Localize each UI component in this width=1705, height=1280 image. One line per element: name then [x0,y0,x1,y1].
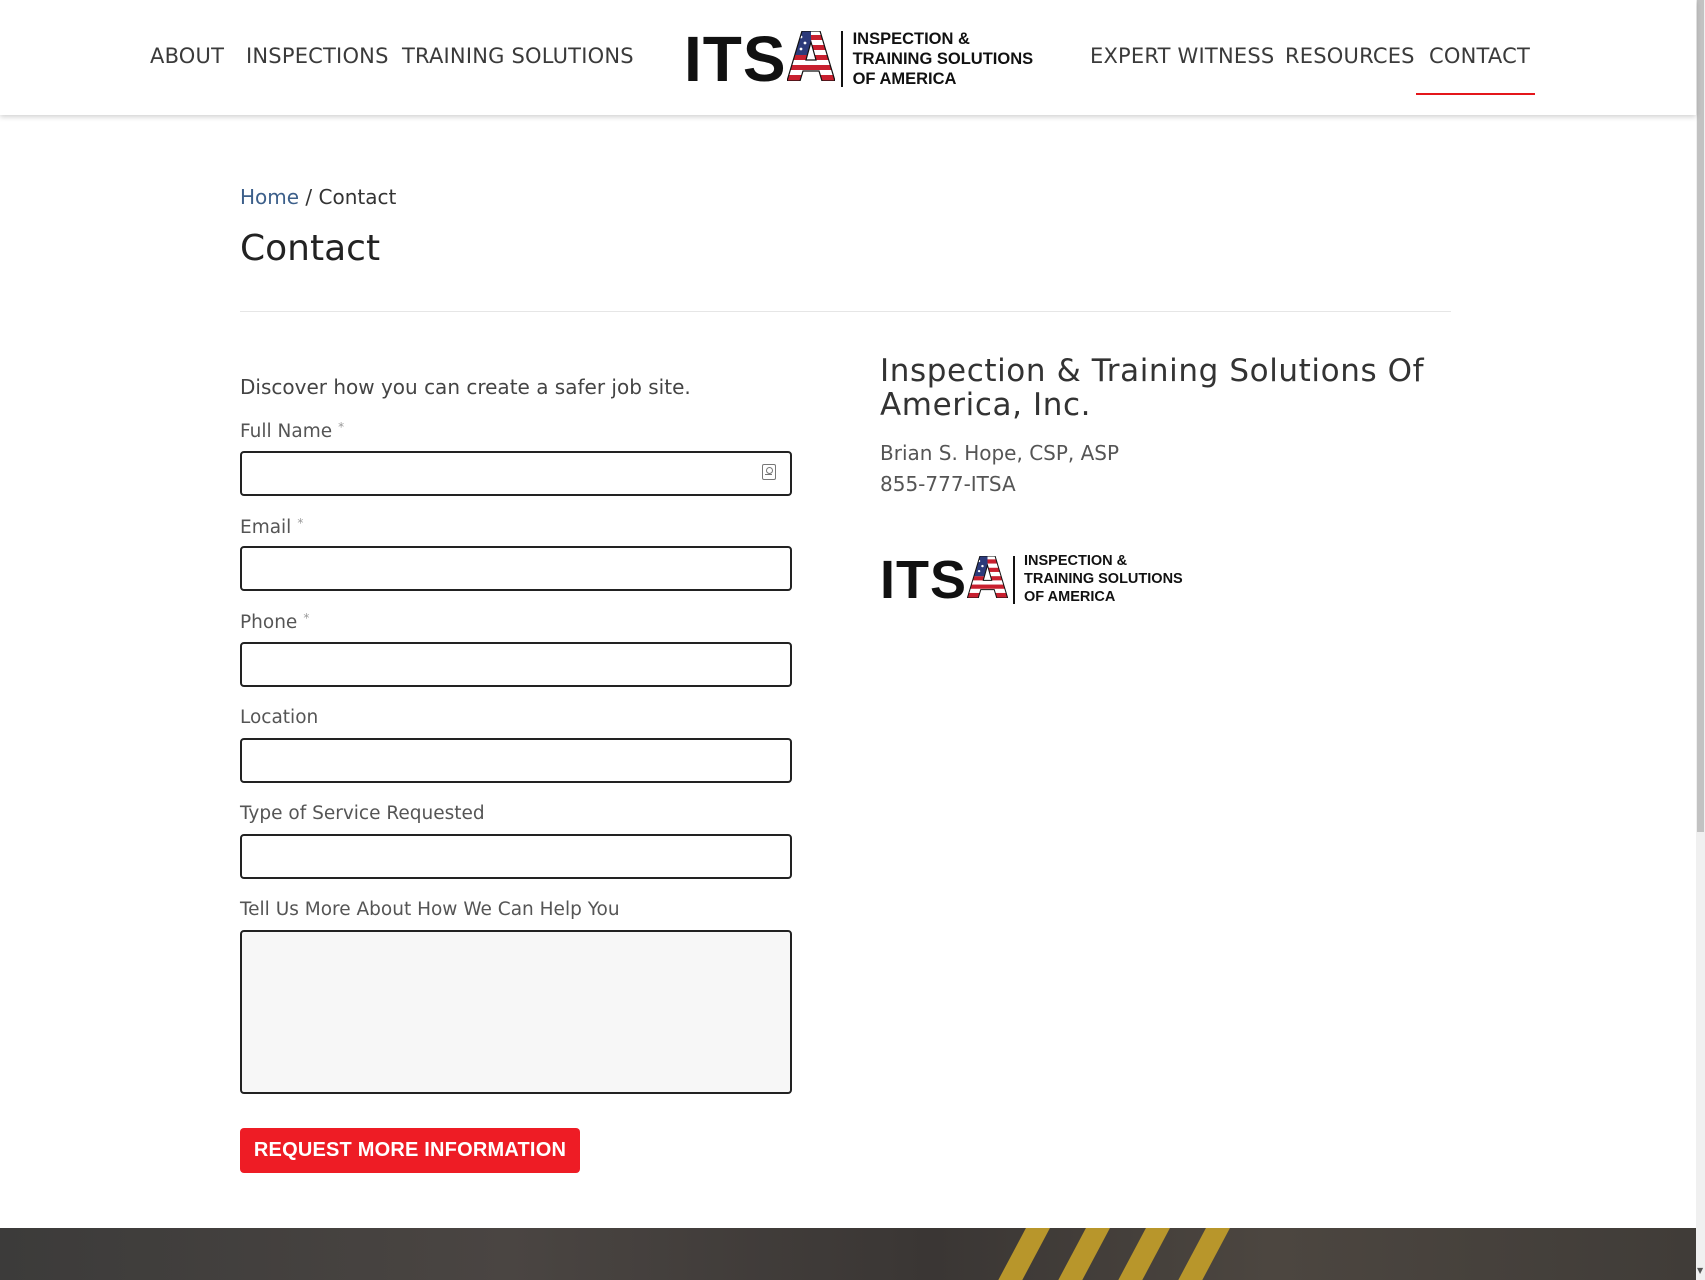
logo-wordmark: ITS [684,23,836,95]
message-label: Tell Us More About How We Can Help You [240,899,620,920]
form-intro: Discover how you can create a safer job … [240,375,691,399]
logo-tagline: INSPECTION & TRAINING SOLUTIONS OF AMERI… [1024,553,1183,606]
nav-expert-witness[interactable]: EXPERT WITNESS [1090,44,1274,68]
scroll-down-arrow-icon[interactable]: ▼ [1697,1266,1703,1275]
nav-contact[interactable]: CONTACT [1429,44,1530,68]
location-label: Location [240,707,319,728]
phone-label-text: Phone [240,612,298,633]
breadcrumb: Home / Contact [240,185,396,209]
request-more-information-button[interactable]: REQUEST MORE INFORMATION [240,1128,580,1173]
logo-letters: ITS [684,23,787,95]
hazard-stripe [994,1228,1050,1280]
phone-label: Phone * [240,611,309,633]
full-name-input[interactable] [240,451,792,496]
contact-phone[interactable]: 855-777-ITSA [880,472,1016,496]
hazard-stripe [1114,1228,1170,1280]
hazard-stripe [1054,1228,1110,1280]
nav-resources[interactable]: RESOURCES [1285,44,1415,68]
breadcrumb-separator: / [299,185,319,209]
nav-training-solutions[interactable]: TRAINING SOLUTIONS [402,44,634,68]
site-header: ABOUT INSPECTIONS TRAINING SOLUTIONS ITS [0,0,1696,115]
flag-letter-a [966,553,1009,607]
logo-tagline-line-2: TRAINING SOLUTIONS [852,49,1034,68]
flag-a-icon [785,30,836,82]
required-marker: * [338,420,345,434]
logo-wordmark: ITS [880,550,1009,610]
nav-active-indicator [1416,93,1535,95]
location-input[interactable] [240,738,792,783]
nav-about[interactable]: ABOUT [150,44,224,68]
flag-a-icon [966,555,1009,599]
logo-divider [840,31,843,87]
message-textarea[interactable] [240,930,792,1094]
contact-person: Brian S. Hope, CSP, ASP [880,441,1120,465]
logo-tagline-line-2: TRAINING SOLUTIONS [1024,571,1183,588]
logo-letters: ITS [880,550,968,610]
logo-tagline-line-1: INSPECTION & [852,29,970,48]
site-logo[interactable]: ITS INSPECTION & TRAINING SOLUTIONS OF A… [684,23,1034,95]
nav-inspections[interactable]: INSPECTIONS [246,44,389,68]
breadcrumb-home-link[interactable]: Home [240,185,299,209]
email-label: Email * [240,516,303,538]
email-label-text: Email [240,517,292,538]
email-input[interactable] [240,546,792,591]
breadcrumb-current: Contact [318,185,397,209]
required-marker: * [303,611,310,625]
contact-card-icon[interactable] [762,464,776,480]
phone-input[interactable] [240,642,792,687]
full-name-label-text: Full Name [240,421,333,442]
service-type-input[interactable] [240,834,792,879]
logo-divider [1013,556,1016,604]
scrollbar-thumb[interactable] [1697,0,1704,832]
logo-tagline-line-3: OF AMERICA [1024,588,1116,605]
company-name: Inspection & Training Solutions Of Ameri… [880,353,1425,423]
page-title: Contact [240,228,381,269]
company-logo: ITS INSPECTION & TRAINING SOLUTIONS OF A… [880,550,1183,610]
full-name-label: Full Name * [240,420,344,442]
logo-tagline-line-3: OF AMERICA [852,70,957,89]
service-type-label: Type of Service Requested [240,803,485,824]
logo-tagline: INSPECTION & TRAINING SOLUTIONS OF AMERI… [853,29,1034,89]
footer-background-image [0,1228,1696,1280]
logo-tagline-line-1: INSPECTION & [1024,553,1128,570]
flag-letter-a [785,27,836,91]
title-divider [240,311,1451,312]
required-marker: * [297,516,304,530]
hazard-stripe [1174,1228,1230,1280]
